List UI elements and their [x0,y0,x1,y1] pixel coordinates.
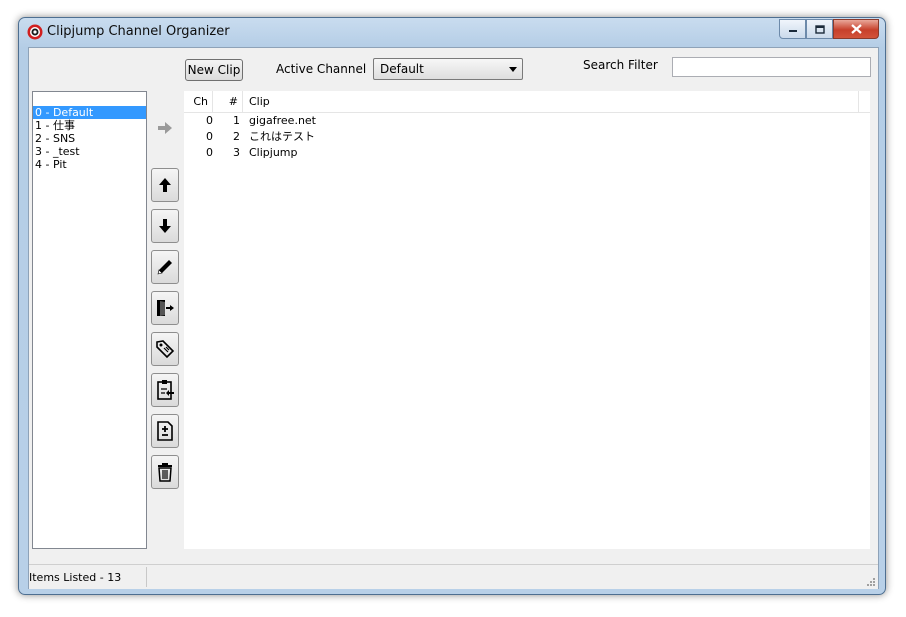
table-row[interactable]: 0 1 gigafree.net [184,113,870,129]
exit-door-icon [157,300,174,316]
new-clip-button[interactable]: New Clip [185,59,243,81]
move-up-button[interactable] [151,168,179,202]
edit-pencil-icon [157,260,172,275]
edit-button[interactable] [151,250,179,284]
status-bar: Items Listed - 13 [29,564,878,589]
status-divider [146,567,147,587]
row-number: 2 [233,130,240,143]
active-channel-label: Active Channel [276,62,367,76]
add-remove-button[interactable] [151,414,179,448]
export-button[interactable] [151,291,179,325]
row-clip: gigafree.net [249,114,316,127]
tags-button[interactable] [151,332,179,366]
channel-item-0[interactable]: 0 - Default [33,106,146,119]
move-down-icon [159,219,171,233]
clipboard-paste-icon [157,380,174,400]
row-ch: 0 [206,130,213,143]
trash-icon [158,463,172,482]
minimize-button[interactable] [779,19,806,39]
items-listed-status: Items Listed - 13 [29,571,122,584]
move-down-button[interactable] [151,209,179,243]
table-row[interactable]: 0 3 Clipjump [184,145,870,161]
delete-button[interactable] [151,455,179,489]
channel-item-3[interactable]: 3 - _test [33,145,146,158]
move-right-icon [158,122,172,134]
close-icon [850,24,862,34]
column-header-number[interactable]: # [213,91,243,112]
caption-buttons [779,19,879,39]
row-number: 3 [233,146,240,159]
row-clip: Clipjump [249,146,298,159]
maximize-button[interactable] [806,19,833,39]
close-button[interactable] [833,19,879,39]
clips-header: Ch # Clip [184,91,870,113]
move-to-channel-button[interactable] [151,111,179,145]
clips-listview[interactable]: Ch # Clip 0 1 gigafree.net 0 2 これはテスト 0 … [184,91,870,549]
column-header-clip[interactable]: Clip [243,91,859,112]
minimize-icon [788,30,797,32]
search-filter-input[interactable] [672,57,871,77]
active-channel-select[interactable]: Default [373,58,523,80]
row-clip: これはテスト [249,130,315,143]
app-window: Clipjump Channel Organizer New Clip Acti… [18,17,886,595]
tags-icon [156,340,175,359]
client-area: New Clip Active Channel Default Search F… [28,47,879,589]
clipjump-logo-icon [27,24,43,40]
channel-list[interactable]: 0 - Default 1 - 仕事 2 - SNS 3 - _test 4 -… [32,91,147,549]
resize-grip-icon[interactable] [866,577,876,587]
row-ch: 0 [206,146,213,159]
channel-item-1[interactable]: 1 - 仕事 [33,119,146,132]
paste-button[interactable] [151,373,179,407]
row-ch: 0 [206,114,213,127]
column-header-ch[interactable]: Ch [184,91,213,112]
row-number: 1 [233,114,240,127]
chevron-down-icon [509,67,517,72]
search-filter-label: Search Filter [583,58,658,72]
active-channel-value: Default [380,62,424,76]
table-row[interactable]: 0 2 これはテスト [184,129,870,145]
channel-item-4[interactable]: 4 - Pit [33,158,146,171]
channel-item-2[interactable]: 2 - SNS [33,132,146,145]
window-title: Clipjump Channel Organizer [47,24,230,39]
maximize-icon [814,24,825,34]
move-up-icon [159,178,171,192]
file-plus-minus-icon [157,421,173,441]
